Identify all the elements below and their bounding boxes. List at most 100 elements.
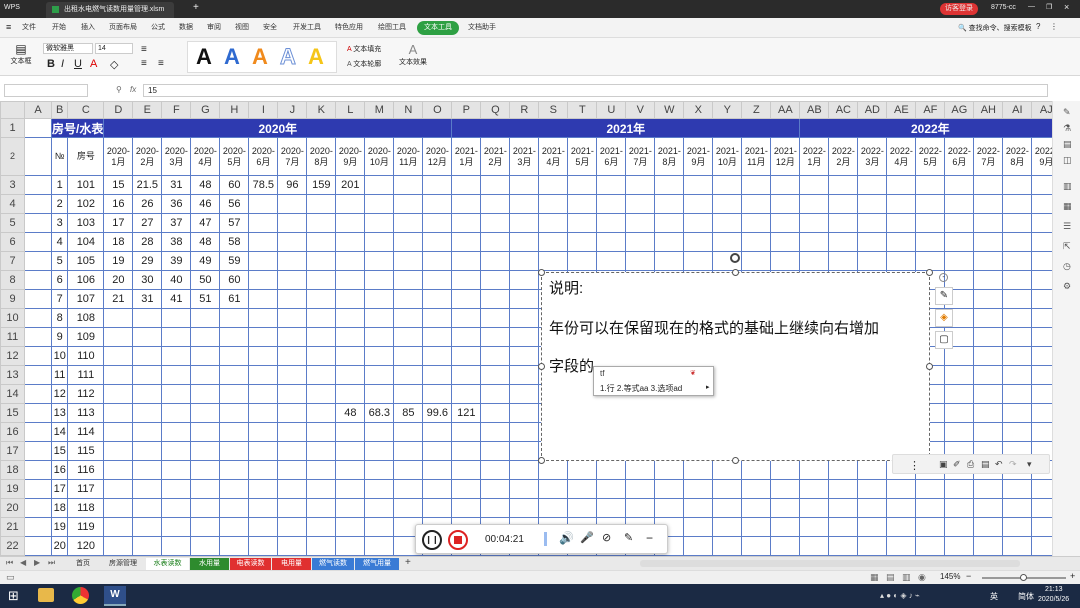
reading-cell[interactable] — [335, 479, 366, 499]
reading-cell[interactable] — [132, 384, 163, 404]
reading-cell[interactable] — [451, 365, 482, 385]
cell[interactable] — [24, 403, 52, 423]
reading-cell[interactable] — [161, 422, 192, 442]
reading-cell[interactable]: 50 — [190, 270, 221, 290]
reading-cell[interactable] — [741, 479, 772, 499]
reading-cell[interactable] — [277, 384, 308, 404]
reading-cell[interactable] — [799, 213, 830, 233]
index-cell[interactable]: 14 — [50, 422, 69, 442]
reading-cell[interactable] — [480, 479, 511, 499]
reading-cell[interactable] — [103, 308, 134, 328]
reading-cell[interactable] — [625, 251, 656, 271]
reading-cell[interactable] — [1002, 536, 1033, 556]
month-header-cell[interactable]: 2020-2月 — [132, 137, 163, 176]
month-header-cell[interactable]: 2020-10月 — [364, 137, 395, 176]
reading-cell[interactable]: 37 — [161, 213, 192, 233]
reading-cell[interactable] — [190, 403, 221, 423]
reading-cell[interactable]: 21 — [103, 289, 134, 309]
reading-cell[interactable] — [886, 498, 917, 518]
reading-cell[interactable] — [335, 460, 366, 480]
room-cell[interactable]: 116 — [67, 460, 105, 480]
select-all-corner[interactable] — [0, 101, 25, 119]
resize-handle-bc[interactable] — [732, 457, 739, 464]
room-cell[interactable]: 119 — [67, 517, 105, 537]
index-cell[interactable]: 11 — [50, 365, 69, 385]
reading-cell[interactable]: 57 — [219, 213, 250, 233]
reading-cell[interactable] — [190, 441, 221, 461]
menu-item[interactable]: 安全 — [261, 21, 279, 35]
format-painter-icon[interactable]: ✐ — [953, 459, 961, 470]
reading-cell[interactable] — [335, 251, 366, 271]
month-header-cell[interactable]: 2020-7月 — [277, 137, 308, 176]
microphone-icon[interactable]: 🎤 — [580, 531, 594, 544]
reading-cell[interactable] — [509, 365, 540, 385]
zoom-search-icon[interactable]: ⚲ — [116, 85, 122, 94]
column-header[interactable]: D — [103, 101, 134, 119]
reading-cell[interactable] — [1002, 213, 1033, 233]
reading-cell[interactable] — [364, 232, 395, 252]
column-header[interactable]: AD — [857, 101, 888, 119]
print-icon[interactable]: ⎙ — [967, 459, 974, 470]
reading-cell[interactable] — [335, 270, 366, 290]
reading-cell[interactable] — [306, 289, 337, 309]
header-label-cell[interactable]: 房号/水表 — [50, 118, 105, 138]
reading-cell[interactable] — [654, 498, 685, 518]
minimize-icon[interactable]: — — [1028, 3, 1035, 10]
reading-cell[interactable] — [741, 498, 772, 518]
table-icon[interactable]: ▦ — [1063, 201, 1072, 212]
reading-cell[interactable] — [306, 327, 337, 347]
row-header[interactable]: 15 — [0, 403, 25, 423]
reading-cell[interactable] — [190, 536, 221, 556]
reading-cell[interactable] — [915, 175, 946, 195]
reading-cell[interactable] — [886, 232, 917, 252]
reading-cell[interactable] — [857, 175, 888, 195]
row-header[interactable]: 8 — [0, 270, 25, 290]
reading-cell[interactable] — [451, 346, 482, 366]
reading-cell[interactable]: 31 — [161, 175, 192, 195]
reading-cell[interactable] — [277, 251, 308, 271]
reading-cell[interactable] — [161, 479, 192, 499]
menu-item[interactable]: 绘图工具 — [376, 21, 408, 35]
reading-cell[interactable] — [915, 517, 946, 537]
reading-cell[interactable] — [770, 498, 801, 518]
cell[interactable] — [24, 441, 52, 461]
column-header[interactable]: O — [422, 101, 453, 119]
reading-cell[interactable] — [509, 479, 540, 499]
reading-cell[interactable] — [944, 403, 975, 423]
month-header-cell[interactable]: 2022-8月 — [1002, 137, 1033, 176]
reading-cell[interactable] — [393, 422, 424, 442]
reading-cell[interactable] — [219, 384, 250, 404]
reading-cell[interactable] — [306, 441, 337, 461]
reading-cell[interactable] — [422, 460, 453, 480]
reading-cell[interactable] — [799, 232, 830, 252]
reading-cell[interactable] — [422, 270, 453, 290]
reading-cell[interactable]: 31 — [132, 289, 163, 309]
reading-cell[interactable] — [1002, 251, 1033, 271]
year-2021-header[interactable]: 2021年 — [451, 118, 801, 138]
reading-cell[interactable] — [915, 479, 946, 499]
reading-cell[interactable] — [828, 536, 859, 556]
reading-cell[interactable] — [451, 327, 482, 347]
column-header[interactable]: AE — [886, 101, 917, 119]
reading-cell[interactable] — [509, 460, 540, 480]
reading-cell[interactable] — [248, 384, 279, 404]
reading-cell[interactable] — [190, 384, 221, 404]
column-header[interactable]: F — [161, 101, 192, 119]
reading-cell[interactable] — [219, 479, 250, 499]
reading-cell[interactable] — [393, 327, 424, 347]
reading-cell[interactable] — [422, 175, 453, 195]
reading-cell[interactable] — [973, 517, 1004, 537]
row-header[interactable]: 4 — [0, 194, 25, 214]
resize-handle-tr[interactable] — [926, 269, 933, 276]
reading-cell[interactable]: 30 — [132, 270, 163, 290]
reading-cell[interactable] — [306, 403, 337, 423]
reading-cell[interactable] — [509, 194, 540, 214]
reading-cell[interactable] — [857, 213, 888, 233]
reading-cell[interactable]: 21.5 — [132, 175, 163, 195]
reading-cell[interactable] — [799, 194, 830, 214]
reading-cell[interactable] — [248, 232, 279, 252]
month-header-cell[interactable]: 2021-12月 — [770, 137, 801, 176]
column-header[interactable]: W — [654, 101, 685, 119]
reading-cell[interactable] — [335, 289, 366, 309]
reading-cell[interactable] — [103, 422, 134, 442]
